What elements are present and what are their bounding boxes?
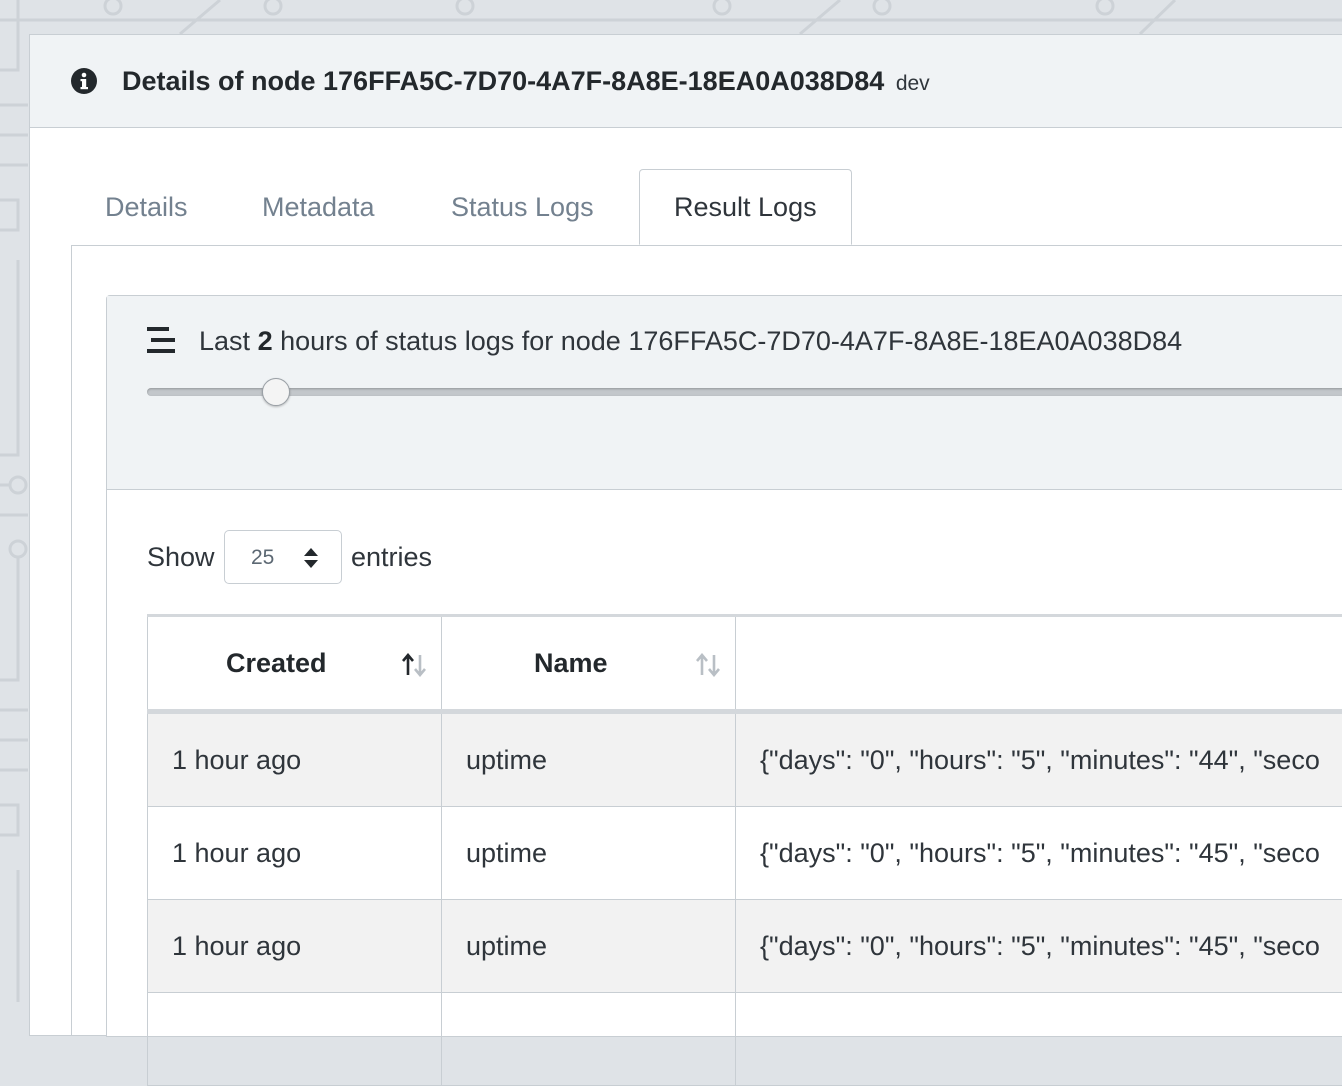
tab-content: Last 2 hours of status logs for node 176… [71, 245, 1342, 1086]
info-circle-icon [71, 68, 97, 94]
card-header: Details of node 176FFA5C-7D70-4A7F-8A8E-… [30, 35, 1342, 128]
column-header-data[interactable] [735, 617, 1342, 709]
result-logs-table: Created Name 1 hour ago uptime {"days": … [147, 614, 1342, 1086]
created-cell: 1 hour ago [147, 900, 441, 992]
tab-metadata[interactable]: Metadata [228, 169, 409, 245]
table-row[interactable]: 1 hour ago uptime {"days": "0", "hours":… [147, 807, 1342, 900]
logs-title: Last 2 hours of status logs for node 176… [199, 324, 1182, 358]
hours-slider-track[interactable] [147, 388, 1342, 396]
node-details-card: Details of node 176FFA5C-7D70-4A7F-8A8E-… [29, 34, 1342, 1086]
data-cell: {"days": "0", "hours": "5", "minutes": "… [735, 900, 1342, 992]
column-header-name[interactable]: Name [441, 617, 735, 709]
name-cell: uptime [441, 900, 735, 992]
data-cell: {"days": "0", "hours": "5", "minutes": "… [735, 807, 1342, 899]
result-logs-header: Last 2 hours of status logs for node 176… [107, 296, 1342, 490]
name-cell: uptime [441, 714, 735, 806]
created-cell [147, 993, 441, 1085]
table-row[interactable]: 1 hour ago uptime {"days": "0", "hours":… [147, 900, 1342, 993]
created-cell: 1 hour ago [147, 807, 441, 899]
entries-label: entries [351, 542, 433, 572]
tab-bar: Details Metadata Status Logs Result Logs [71, 169, 1342, 246]
logs-title-suffix: hours of status logs for node 176FFA5C-7… [280, 326, 1183, 356]
table-header-row: Created Name [147, 617, 1342, 714]
table-row[interactable] [147, 993, 1342, 1086]
hours-slider-handle[interactable] [261, 378, 290, 406]
sort-both-icon [696, 653, 720, 677]
column-header-created-label: Created [226, 648, 327, 678]
node-title: Details of node 176FFA5C-7D70-4A7F-8A8E-… [122, 66, 885, 96]
show-label: Show [147, 542, 215, 572]
tab-status-logs[interactable]: Status Logs [417, 169, 628, 245]
sort-ascending-icon [402, 653, 426, 677]
table-row[interactable]: 1 hour ago uptime {"days": "0", "hours":… [147, 714, 1342, 807]
name-cell [441, 993, 735, 1085]
column-header-name-label: Name [534, 648, 608, 678]
menu-icon [147, 327, 175, 353]
entries-per-page-value: 25 [251, 546, 275, 569]
result-logs-card: Last 2 hours of status logs for node 176… [106, 295, 1342, 1086]
data-cell: {"days": "0", "hours": "5", "minutes": "… [735, 714, 1342, 806]
environment-label: dev [895, 72, 930, 95]
data-cell [735, 993, 1342, 1085]
entries-per-page-select[interactable]: 25 [224, 530, 342, 584]
logs-hours-value: 2 [257, 326, 273, 356]
name-cell: uptime [441, 807, 735, 899]
tab-result-logs[interactable]: Result Logs [639, 169, 852, 245]
logs-title-prefix: Last [199, 326, 251, 356]
select-arrows-icon [304, 548, 318, 568]
column-header-created[interactable]: Created [147, 617, 441, 709]
tab-details[interactable]: Details [71, 169, 222, 245]
created-cell: 1 hour ago [147, 714, 441, 806]
page-title: Details of node 176FFA5C-7D70-4A7F-8A8E-… [122, 65, 930, 100]
